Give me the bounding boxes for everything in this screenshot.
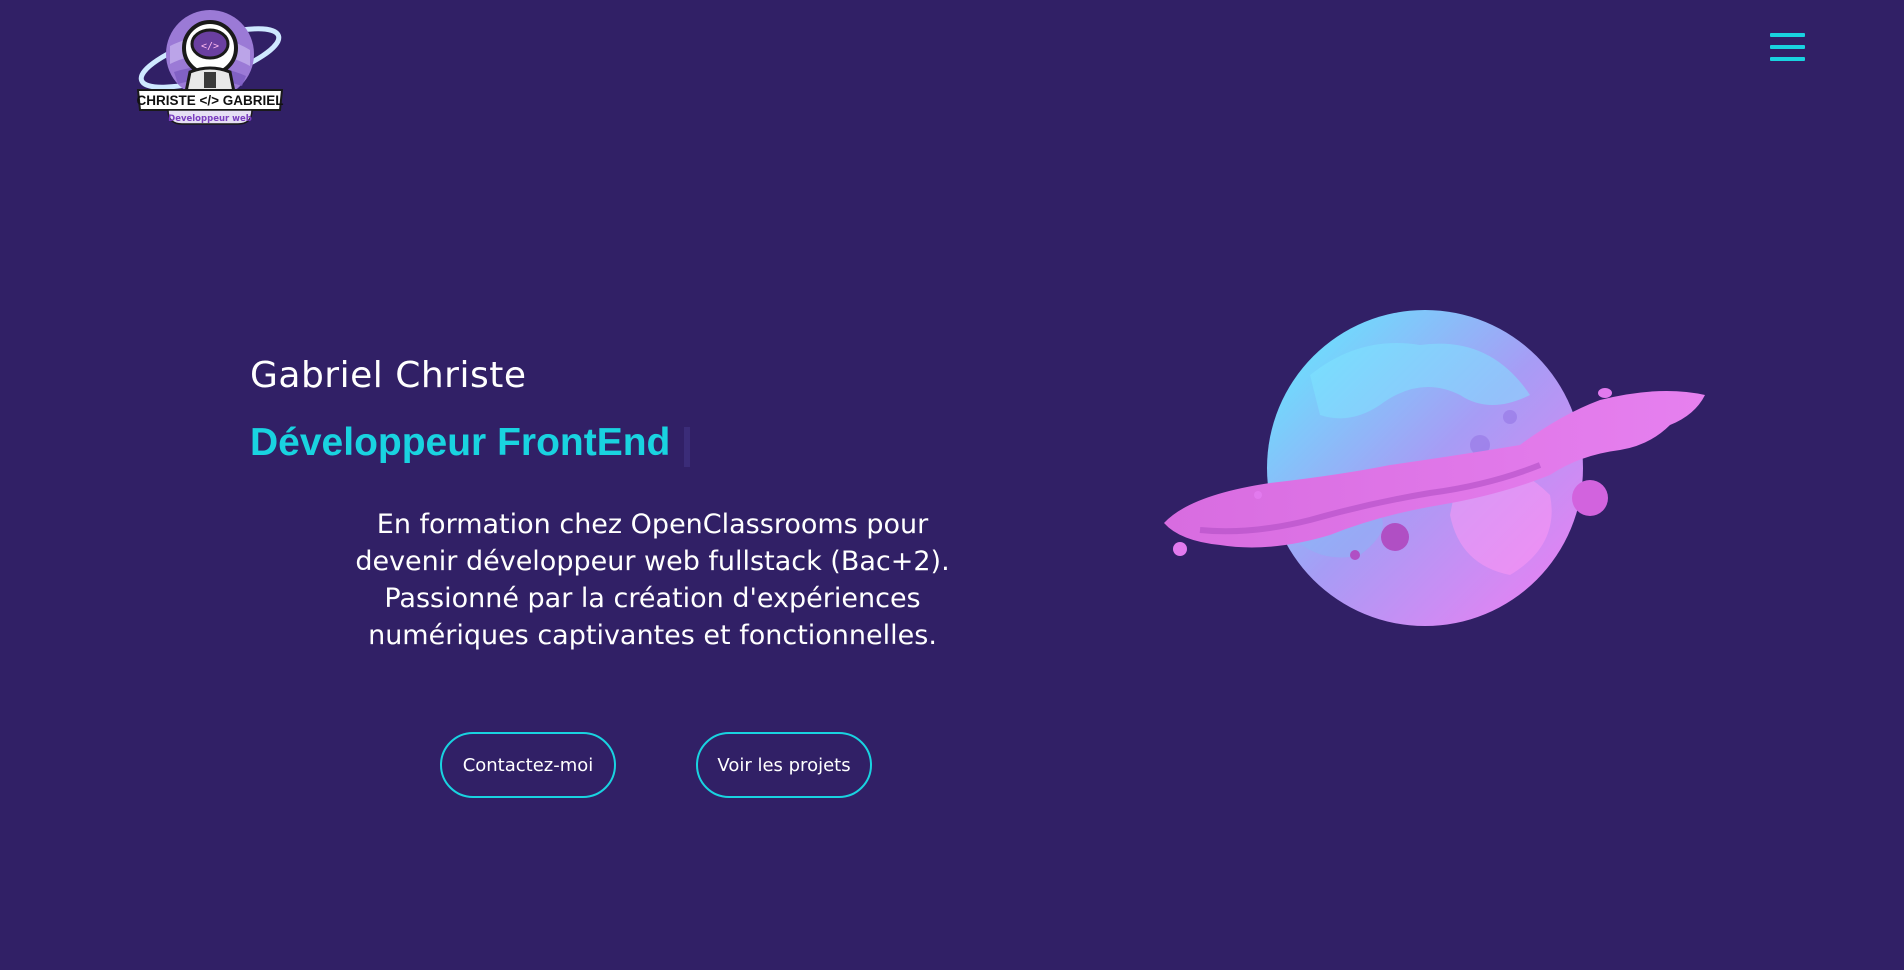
planet-illustration xyxy=(1164,310,1705,626)
site-header: </> CHRISTE </> GABRIEL Developpeur web xyxy=(0,0,1904,140)
projects-button[interactable]: Voir les projets xyxy=(696,732,872,798)
menu-bar xyxy=(1770,33,1805,37)
logo[interactable]: </> CHRISTE </> GABRIEL Developpeur web xyxy=(134,6,286,128)
svg-text:Developpeur web: Developpeur web xyxy=(168,114,252,124)
hero-role: Développeur FrontEnd xyxy=(250,421,671,464)
menu-bar xyxy=(1770,45,1805,49)
hamburger-menu-icon[interactable] xyxy=(1770,33,1805,61)
hero-description: En formation chez OpenClassrooms pour de… xyxy=(355,509,950,651)
contact-button[interactable]: Contactez-moi xyxy=(440,732,616,798)
typing-cursor xyxy=(684,427,690,467)
svg-text:</>: </> xyxy=(201,41,219,52)
svg-text:CHRISTE </> GABRIEL: CHRISTE </> GABRIEL xyxy=(136,93,283,108)
hero-name: Gabriel Christe xyxy=(250,355,527,396)
menu-bar xyxy=(1770,57,1805,61)
